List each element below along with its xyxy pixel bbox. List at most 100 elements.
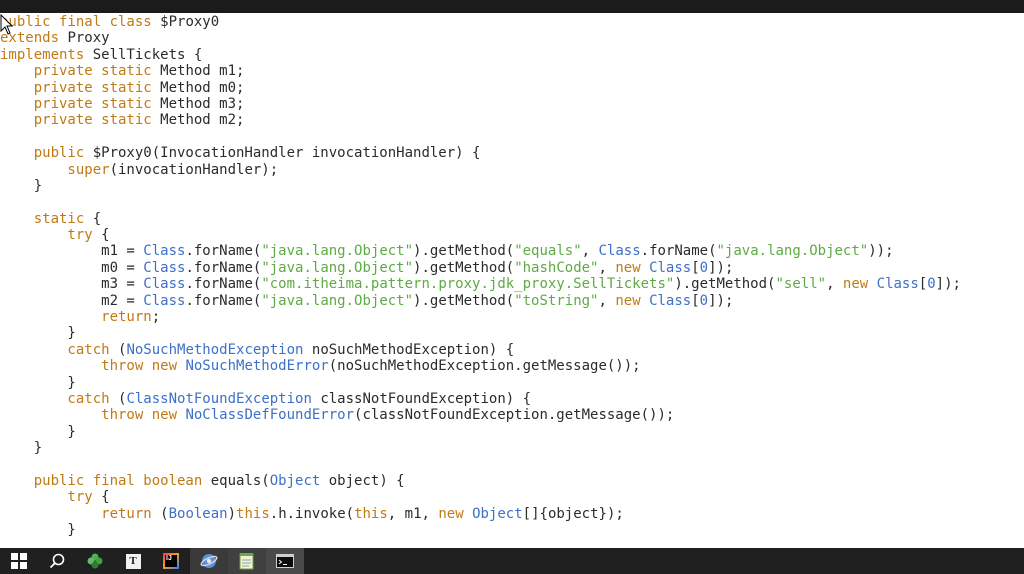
code-line: private static Method m2; [0, 112, 1024, 128]
code-token: throw new [0, 358, 186, 375]
code-token: ]); [708, 259, 734, 276]
code-token: Method m3; [160, 95, 245, 112]
code-token: public [0, 145, 93, 162]
code-token: Class [143, 292, 186, 309]
taskbar: T IJ [0, 548, 1024, 574]
code-line: public $Proxy0(InvocationHandler invocat… [0, 145, 1024, 161]
code-token: .forName( [640, 243, 717, 260]
start-button[interactable] [0, 548, 38, 574]
code-line: } [0, 522, 1024, 538]
code-token: (noSuchMethodException.getMessage()); [328, 358, 641, 375]
code-line: private static Method m1; [0, 63, 1024, 79]
code-line: public final boolean equals(Object objec… [0, 473, 1024, 489]
clover-icon [87, 553, 103, 569]
clover-app-button[interactable] [76, 548, 114, 574]
mouse-pointer-icon [0, 14, 14, 35]
code-token: 0 [699, 292, 709, 309]
intellij-app-button[interactable]: IJ [152, 548, 190, 574]
code-token: ( [160, 505, 169, 522]
browser-app-button[interactable] [190, 548, 228, 574]
code-token: 0 [699, 259, 709, 276]
code-line: try { [0, 489, 1024, 505]
code-token: Object [472, 505, 523, 522]
code-line: public final class $Proxy0 [0, 14, 1024, 30]
code-token: m0 = [0, 259, 144, 276]
code-token: "com.itheima.pattern.proxy.jdk_proxy.Sel… [261, 276, 675, 293]
code-token: ).getMethod( [413, 243, 515, 260]
code-token: , [581, 243, 599, 260]
code-token: ).getMethod( [413, 259, 515, 276]
code-token: .forName( [185, 276, 262, 293]
code-token: this [236, 505, 270, 522]
code-token: } [0, 423, 76, 440]
code-token: super [0, 161, 110, 178]
code-line: catch (NoSuchMethodException noSuchMetho… [0, 342, 1024, 358]
code-token: private static [0, 79, 161, 96]
code-token: } [0, 177, 43, 194]
code-line: } [0, 178, 1024, 194]
code-token: return [0, 505, 161, 522]
code-token: private static [0, 63, 161, 80]
code-line: m0 = Class.forName("java.lang.Object").g… [0, 260, 1024, 276]
code-token: , [598, 259, 616, 276]
search-button[interactable] [38, 548, 76, 574]
code-line: m1 = Class.forName("java.lang.Object").g… [0, 243, 1024, 259]
intellij-icon: IJ [163, 553, 179, 569]
window-titlebar [0, 0, 1024, 13]
typora-app-button[interactable]: T [114, 548, 152, 574]
code-token: (classNotFoundException.getMessage()); [354, 407, 675, 424]
code-token: NoSuchMethodException [126, 341, 304, 358]
windows-logo-icon [11, 553, 27, 569]
code-token: 0 [927, 276, 936, 293]
code-line: try { [0, 227, 1024, 243]
code-token: { [101, 489, 110, 506]
code-line: private static Method m3; [0, 96, 1024, 112]
code-line: } [0, 440, 1024, 456]
code-token: m3 = [0, 276, 144, 293]
code-token: Class [143, 276, 186, 293]
code-token: .forName( [185, 259, 262, 276]
code-token: implements [0, 46, 93, 63]
code-token: Class [598, 243, 641, 260]
code-line: } [0, 375, 1024, 391]
code-line: return (Boolean)this.h.invoke(this, m1, … [0, 506, 1024, 522]
code-token: Method m0; [160, 79, 245, 96]
code-token: equals( [210, 472, 270, 489]
code-token: ClassNotFoundException [126, 390, 312, 407]
code-token: "java.lang.Object" [261, 292, 414, 309]
code-line: throw new NoClassDefFoundError(classNotF… [0, 407, 1024, 423]
code-token: m2 = [0, 292, 144, 309]
code-token: public final class [0, 14, 161, 30]
code-token: ).getMethod( [674, 276, 776, 293]
code-token: NoClassDefFoundError [185, 407, 355, 424]
terminal-app-button[interactable] [266, 548, 304, 574]
code-line: implements SellTickets { [0, 47, 1024, 63]
code-line: } [0, 424, 1024, 440]
code-line: super(invocationHandler); [0, 162, 1024, 178]
code-token: noSuchMethodException) { [303, 341, 515, 358]
code-token: .h.invoke( [269, 505, 355, 522]
code-token: SellTickets { [92, 46, 203, 63]
code-token: .forName( [185, 243, 262, 260]
code-editor[interactable]: public final class $Proxy0 extends Proxy i… [0, 14, 1024, 547]
code-token: throw new [0, 407, 186, 424]
code-token: new [615, 259, 650, 276]
code-token: ]); [935, 276, 961, 293]
code-token: Proxy [67, 30, 110, 47]
code-token: } [0, 522, 76, 539]
code-token: ).getMethod( [413, 292, 515, 309]
code-token: new [438, 505, 473, 522]
code-token: object) { [320, 472, 405, 489]
code-token: ) [227, 505, 237, 522]
notepad-app-button[interactable] [228, 548, 266, 574]
code-token: "sell" [775, 276, 827, 293]
code-token: )); [868, 243, 894, 260]
terminal-icon [276, 554, 294, 568]
code-token: "java.lang.Object" [716, 243, 869, 260]
code-token: Class [143, 243, 186, 260]
code-token: private static [0, 112, 161, 129]
code-token: try [0, 227, 102, 244]
